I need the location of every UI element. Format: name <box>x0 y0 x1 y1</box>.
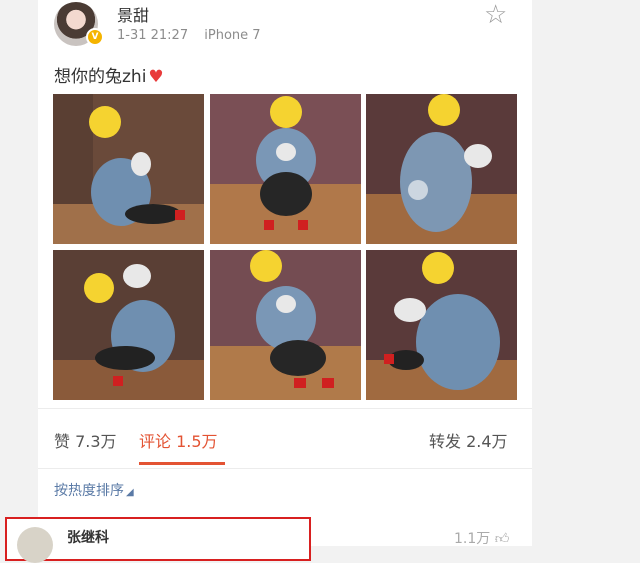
caret-icon: ◢ <box>126 487 134 498</box>
photo-4[interactable] <box>53 250 204 400</box>
comments-tab[interactable]: 评论 1.5万 <box>139 428 218 452</box>
post-username[interactable]: 景甜 <box>117 2 149 26</box>
likes-count[interactable]: 赞 7.3万 <box>54 428 117 452</box>
active-tab-indicator <box>139 462 225 465</box>
post-device: iPhone 7 <box>204 28 261 43</box>
divider <box>38 468 532 469</box>
star-outline-icon[interactable]: ☆ <box>484 2 507 28</box>
weibo-post-card: V 景甜 1-31 21:27 iPhone 7 ☆ 想你的兔zhi ♥ 赞 7… <box>38 0 532 548</box>
thumbs-up-icon: 👍︎ <box>494 531 510 547</box>
photo-5[interactable] <box>210 250 361 400</box>
photo-2[interactable] <box>210 94 361 244</box>
photo-6[interactable] <box>366 250 517 400</box>
photo-3[interactable] <box>366 94 517 244</box>
heart-icon: ♥ <box>148 67 164 87</box>
photo-grid <box>53 94 517 400</box>
comment-author[interactable]: 张继科 <box>67 527 109 547</box>
post-text: 想你的兔zhi ♥ <box>54 62 164 87</box>
reposts-count[interactable]: 转发 2.4万 <box>429 428 508 452</box>
highlighted-comment[interactable]: 张继科 <box>5 517 311 563</box>
sort-label: 按热度排序 <box>54 483 124 499</box>
comment-avatar[interactable] <box>17 527 53 563</box>
post-text-content: 想你的兔zhi <box>54 67 147 87</box>
post-meta: 1-31 21:27 iPhone 7 <box>117 28 261 43</box>
verified-badge-icon: V <box>86 28 104 46</box>
photo-1[interactable] <box>53 94 204 244</box>
post-timestamp: 1-31 21:27 <box>117 28 189 43</box>
sort-by-hot-button[interactable]: 按热度排序 ◢ <box>54 480 134 500</box>
comment-likes-count: 1.1万 <box>454 531 491 547</box>
comment-likes[interactable]: 1.1万 👍︎ <box>454 528 509 548</box>
